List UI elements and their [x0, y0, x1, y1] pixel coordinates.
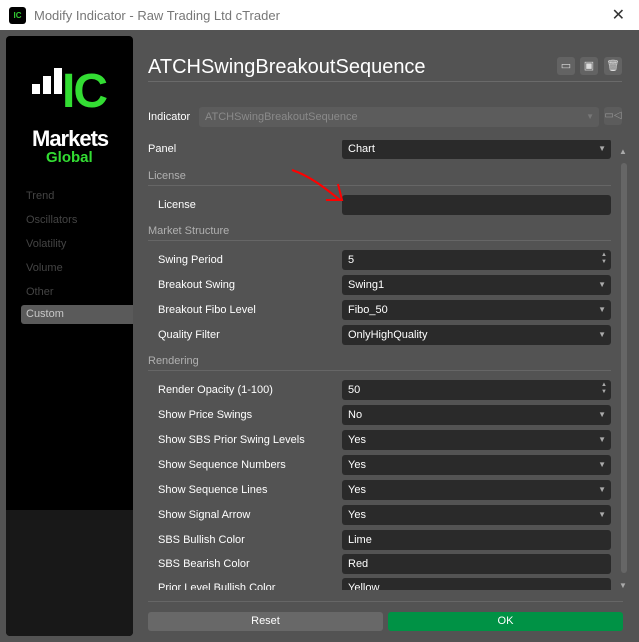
chevron-down-icon: ▼	[586, 112, 594, 121]
chevron-down-icon: ▼	[598, 280, 606, 289]
param-label: Show Sequence Numbers	[158, 459, 286, 471]
save-icon[interactable]: ▣	[580, 57, 598, 75]
param-select[interactable]: Yes ▼	[342, 505, 611, 525]
param-label: Swing Period	[158, 254, 223, 266]
indicator-label: Indicator	[148, 111, 191, 123]
section-header: Market Structure	[148, 225, 230, 237]
param-select[interactable]: No ▼	[342, 405, 611, 425]
chevron-down-icon: ▼	[598, 144, 606, 153]
chevron-down-icon: ▼	[598, 510, 606, 519]
param-text-input[interactable]	[342, 195, 611, 215]
param-label: Show SBS Prior Swing Levels	[158, 434, 305, 446]
sidebar-item-volatility[interactable]: Volatility	[26, 238, 66, 250]
page-title: ATCHSwingBreakoutSequence	[148, 56, 426, 78]
sidebar-item-custom[interactable]: Custom	[21, 305, 133, 324]
video-camera-icon[interactable]: ▭◁	[604, 107, 622, 125]
param-label: Breakout Swing	[158, 279, 236, 291]
scroll-up-icon[interactable]: ▲	[619, 147, 627, 156]
param-label: SBS Bearish Color	[158, 558, 250, 570]
param-number-input[interactable]: 5 ▲ ▼	[342, 250, 611, 270]
param-label: Show Sequence Lines	[158, 484, 268, 496]
sidebar-item-volume[interactable]: Volume	[26, 262, 63, 274]
param-text-input[interactable]: Red	[342, 554, 611, 574]
param-label: Show Signal Arrow	[158, 509, 251, 521]
scrollbar-thumb[interactable]	[621, 163, 627, 573]
panel-select[interactable]: Chart ▼	[342, 140, 611, 159]
spinner-icon[interactable]: ▲ ▼	[601, 252, 607, 266]
title-bar: IC Modify Indicator - Raw Trading Ltd cT…	[0, 0, 639, 30]
sidebar: IC Markets Global Trend Oscillators Volati…	[6, 36, 133, 636]
param-label: Breakout Fibo Level	[158, 304, 256, 316]
chevron-down-icon: ▼	[598, 305, 606, 314]
param-text-input[interactable]: Yellow	[342, 578, 611, 590]
ok-button[interactable]: OK	[388, 612, 623, 631]
param-text-input[interactable]: Lime	[342, 530, 611, 550]
indicator-select[interactable]: ATCHSwingBreakoutSequence ▼	[199, 107, 599, 127]
red-arrow-annotation	[291, 169, 344, 201]
param-select[interactable]: Yes ▼	[342, 430, 611, 450]
section-header: Rendering	[148, 355, 199, 367]
param-number-input[interactable]: 50 ▲ ▼	[342, 380, 611, 400]
param-label: Prior Level Bullish Color	[158, 582, 276, 590]
dialog-body: IC Markets Global Trend Oscillators Volati…	[0, 30, 639, 642]
chevron-down-icon: ▼	[598, 460, 606, 469]
window-title: Modify Indicator - Raw Trading Ltd cTrad…	[34, 7, 280, 23]
sidebar-item-trend[interactable]: Trend	[26, 190, 54, 202]
param-select[interactable]: Swing1 ▼	[342, 275, 611, 295]
chevron-down-icon: ▼	[598, 435, 606, 444]
parameters-list[interactable]: Panel Chart ▼ License License Market Struct…	[147, 140, 622, 590]
param-select[interactable]: Yes ▼	[342, 455, 611, 475]
app-icon: IC	[9, 6, 26, 24]
param-label: SBS Bullish Color	[158, 534, 245, 546]
close-button[interactable]: ✕	[612, 5, 625, 25]
param-select[interactable]: Yes ▼	[342, 480, 611, 500]
trash-icon[interactable]: 🗑	[604, 57, 622, 75]
folder-open-icon[interactable]: ▭	[557, 57, 575, 75]
panel-label: Panel	[148, 143, 177, 155]
param-label: Show Price Swings	[158, 409, 253, 421]
chevron-down-icon: ▼	[598, 485, 606, 494]
sidebar-item-oscillators[interactable]: Oscillators	[26, 214, 77, 226]
spinner-icon[interactable]: ▲ ▼	[601, 382, 607, 396]
chevron-down-icon: ▼	[598, 330, 606, 339]
reset-button[interactable]: Reset	[148, 612, 383, 631]
scroll-down-icon[interactable]: ▼	[619, 581, 627, 590]
param-select[interactable]: Fibo_50 ▼	[342, 300, 611, 320]
chevron-down-icon: ▼	[598, 410, 606, 419]
scrollbar[interactable]: ▲ ▼	[619, 147, 629, 592]
section-header: License	[148, 170, 186, 182]
param-label: Render Opacity (1-100)	[158, 384, 273, 396]
param-select[interactable]: OnlyHighQuality ▼	[342, 325, 611, 345]
param-label: Quality Filter	[158, 329, 220, 341]
param-label: License	[158, 199, 196, 211]
sidebar-item-other[interactable]: Other	[26, 286, 54, 298]
